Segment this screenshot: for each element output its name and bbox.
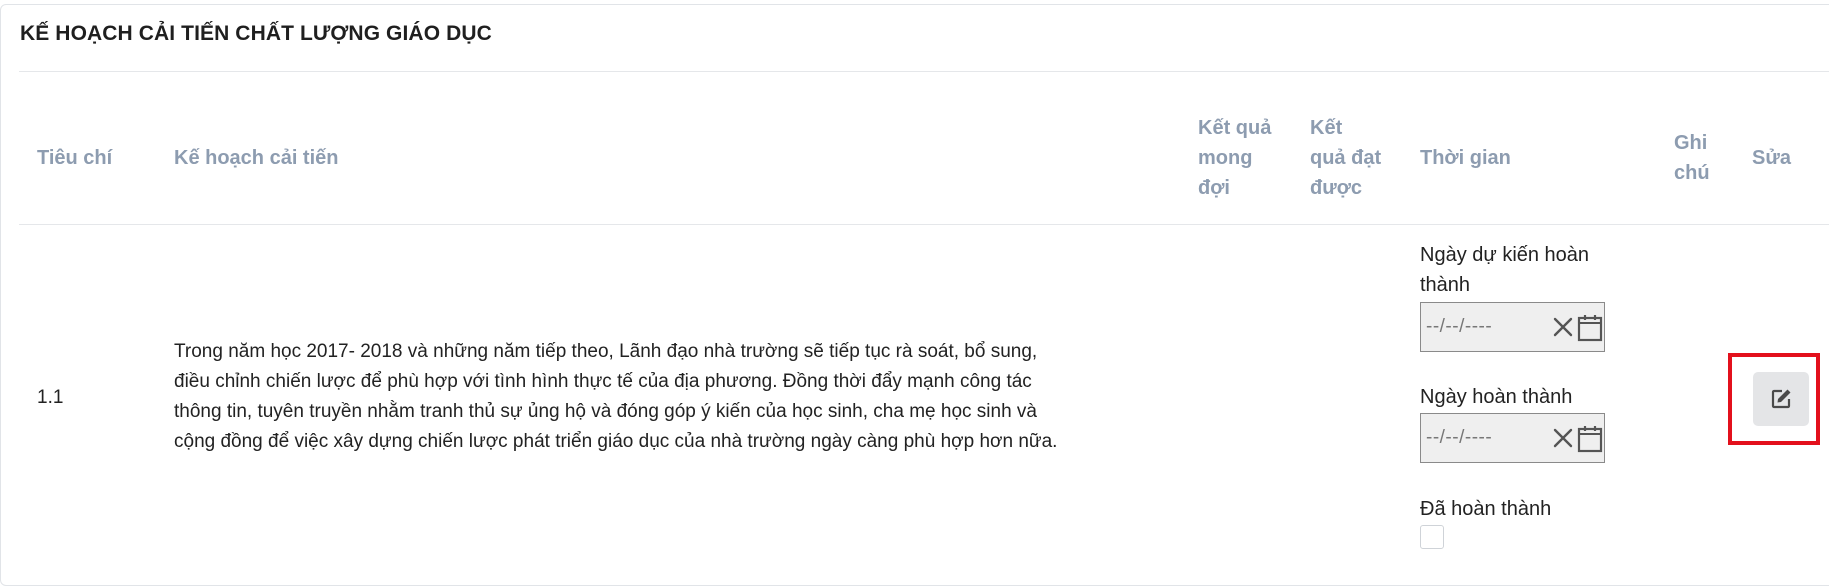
done-label: Đã hoàn thành xyxy=(1420,498,1552,520)
date-placeholder: --/--/---- xyxy=(1426,427,1493,448)
title-divider xyxy=(19,71,1829,72)
header-achieved-line: Kết xyxy=(1310,117,1343,139)
row-criteria: 1.1 xyxy=(37,387,64,408)
header-note-line: chú xyxy=(1674,162,1710,184)
close-x-icon[interactable] xyxy=(1551,315,1575,339)
row-plan-text: Trong năm học 2017- 2018 và những năm ti… xyxy=(174,337,1174,457)
completion-date-input[interactable]: --/--/---- xyxy=(1420,413,1605,463)
header-divider xyxy=(19,224,1829,225)
header-expected-line: Kết quả xyxy=(1198,117,1272,139)
header-achieved-result: Kết quả đạt được xyxy=(1310,113,1381,203)
plan-line: thông tin, tuyên truyền nhằm tranh thủ s… xyxy=(174,401,1037,422)
header-criteria: Tiêu chí xyxy=(37,147,113,169)
completion-date-label: Ngày hoàn thành xyxy=(1420,386,1573,408)
done-checkbox[interactable] xyxy=(1420,525,1444,549)
header-expected-result: Kết quả mong đợi xyxy=(1198,113,1271,203)
expected-completion-label-line: Ngày dự kiến hoàn xyxy=(1420,244,1590,266)
close-x-icon[interactable] xyxy=(1551,426,1575,450)
header-time: Thời gian xyxy=(1420,147,1511,169)
header-achieved-line: quả đạt xyxy=(1310,147,1382,169)
header-achieved-line: được xyxy=(1310,177,1363,199)
calendar-icon[interactable] xyxy=(1576,313,1604,343)
plan-line: cộng đồng để việc xây dựng chiến lược ph… xyxy=(174,431,1058,452)
edit-button[interactable] xyxy=(1753,372,1809,426)
header-edit: Sửa xyxy=(1752,147,1791,169)
edit-pencil-square-icon xyxy=(1771,389,1791,409)
header-expected-line: mong xyxy=(1198,147,1253,169)
header-expected-line: đợi xyxy=(1198,177,1230,199)
header-note: Ghi chú xyxy=(1674,128,1710,188)
expected-completion-label-line: thành xyxy=(1420,274,1471,296)
header-note-line: Ghi xyxy=(1674,132,1708,154)
plan-line: điều chỉnh chiến lược để phù hợp với tìn… xyxy=(174,371,1032,392)
calendar-icon[interactable] xyxy=(1576,424,1604,454)
expected-completion-date-input[interactable]: --/--/---- xyxy=(1420,302,1605,352)
date-placeholder: --/--/---- xyxy=(1426,316,1493,337)
expected-completion-label: Ngày dự kiến hoàn thành xyxy=(1420,240,1589,300)
header-plan: Kế hoạch cải tiến xyxy=(174,147,339,169)
plan-line: Trong năm học 2017- 2018 và những năm ti… xyxy=(174,341,1038,362)
card-title: KẾ HOẠCH CẢI TIẾN CHẤT LƯỢNG GIÁO DỤC xyxy=(20,22,492,45)
